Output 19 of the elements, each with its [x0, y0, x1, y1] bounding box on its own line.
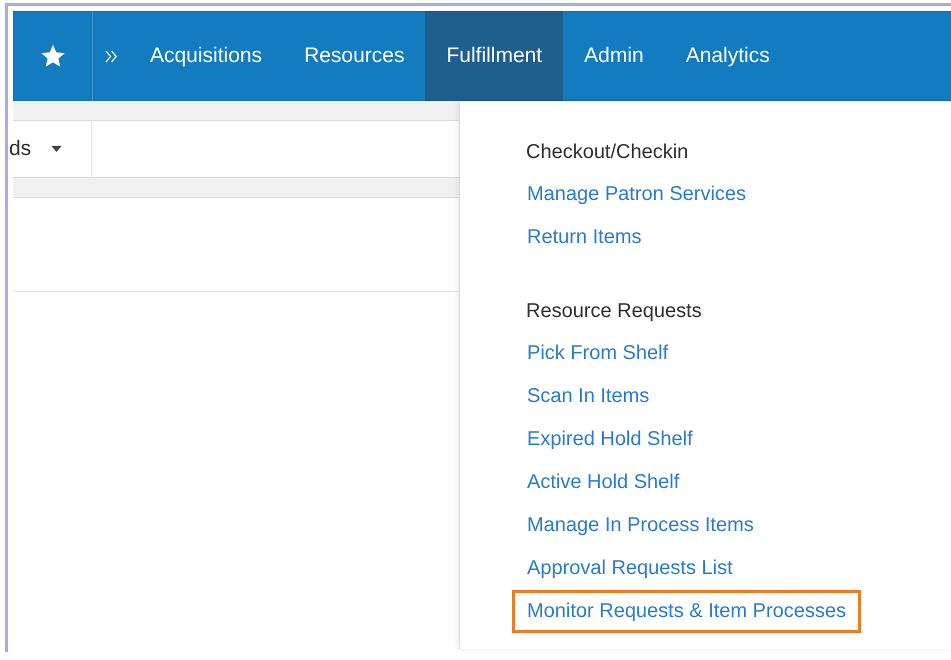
nav-tab[interactable]: Fulfillment — [425, 11, 564, 101]
menu-link[interactable]: Active Hold Shelf — [512, 461, 694, 504]
nav-tab[interactable]: Acquisitions — [129, 11, 284, 101]
menu-link[interactable]: Return Items — [512, 216, 656, 259]
nav-tab[interactable]: Analytics — [664, 11, 791, 101]
menu-link[interactable]: Pick From Shelf — [512, 332, 684, 375]
menu-heading: Resource Requests — [526, 299, 703, 324]
nav-tab[interactable]: Admin — [563, 11, 665, 101]
menu-link[interactable]: Monitor Requests & Item Processes — [512, 590, 862, 633]
menu-heading: Checkout/Checkin — [526, 140, 690, 165]
menu-link[interactable]: Approval Requests List — [512, 547, 748, 590]
chevrons-icon[interactable] — [104, 50, 119, 62]
menu-link[interactable]: Expired Hold Shelf — [512, 418, 708, 461]
menu-link[interactable]: Manage Patron Services — [512, 173, 762, 216]
caret-icon — [51, 146, 62, 152]
nav-tab[interactable]: Resources — [283, 11, 426, 101]
star-icon[interactable] — [40, 43, 66, 69]
menu-link[interactable]: Manage In Process Items — [512, 504, 769, 547]
menu-link[interactable]: Scan In Items — [512, 375, 664, 418]
